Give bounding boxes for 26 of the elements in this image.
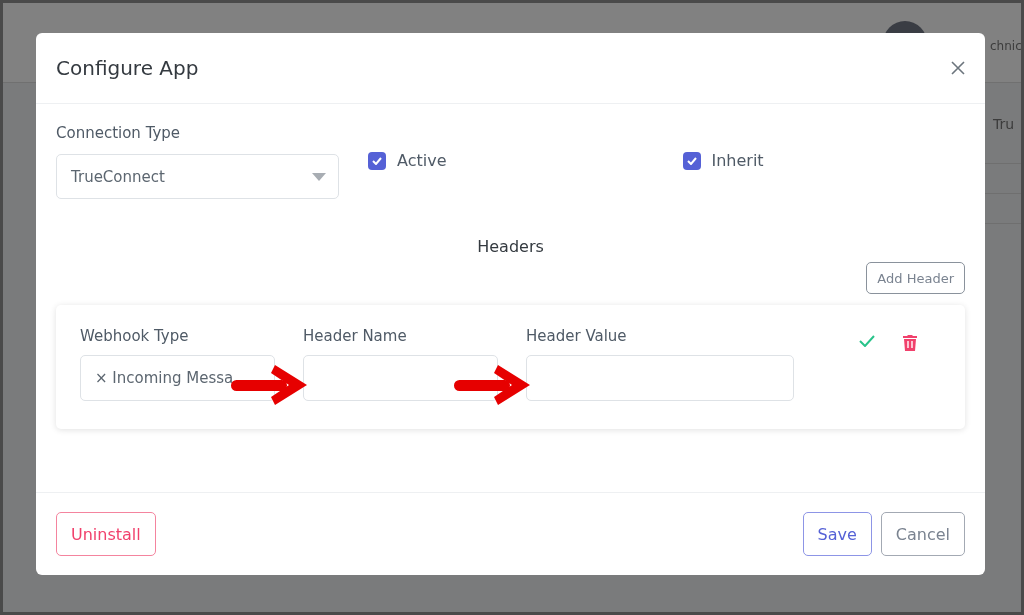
input-field[interactable] bbox=[303, 355, 498, 401]
section-title: Headers bbox=[477, 237, 544, 256]
checkbox-label: Inherit bbox=[711, 151, 764, 170]
input-field[interactable] bbox=[526, 355, 794, 401]
checkbox-label: Active bbox=[397, 151, 447, 170]
checkbox[interactable] bbox=[682, 151, 701, 170]
trash-icon[interactable] bbox=[903, 335, 917, 351]
connection-type-select[interactable]: TrueConnect bbox=[56, 154, 339, 199]
field-label: Header Value bbox=[526, 327, 628, 345]
cancel-button[interactable]: Cancel bbox=[880, 512, 965, 556]
close-icon[interactable] bbox=[951, 61, 965, 75]
check-icon bbox=[686, 156, 697, 165]
add-header-button[interactable]: Add Header bbox=[866, 262, 965, 294]
caret-icon bbox=[312, 172, 326, 181]
webhook-type-select[interactable]: × Incoming Messa bbox=[80, 355, 275, 401]
modal-title: Configure App bbox=[56, 56, 199, 80]
field-label: Connection Type bbox=[56, 124, 182, 142]
uninstall-button[interactable]: Uninstall bbox=[56, 512, 156, 556]
field-label: Webhook Type bbox=[80, 327, 190, 345]
check-icon[interactable] bbox=[859, 335, 875, 347]
table-cell: Tru bbox=[993, 116, 1015, 132]
checkbox[interactable] bbox=[368, 151, 386, 170]
field-label: Header Name bbox=[303, 327, 408, 345]
user-name: chnic bbox=[990, 39, 1021, 53]
check-icon bbox=[372, 156, 382, 165]
save-button[interactable]: Save bbox=[802, 512, 872, 556]
